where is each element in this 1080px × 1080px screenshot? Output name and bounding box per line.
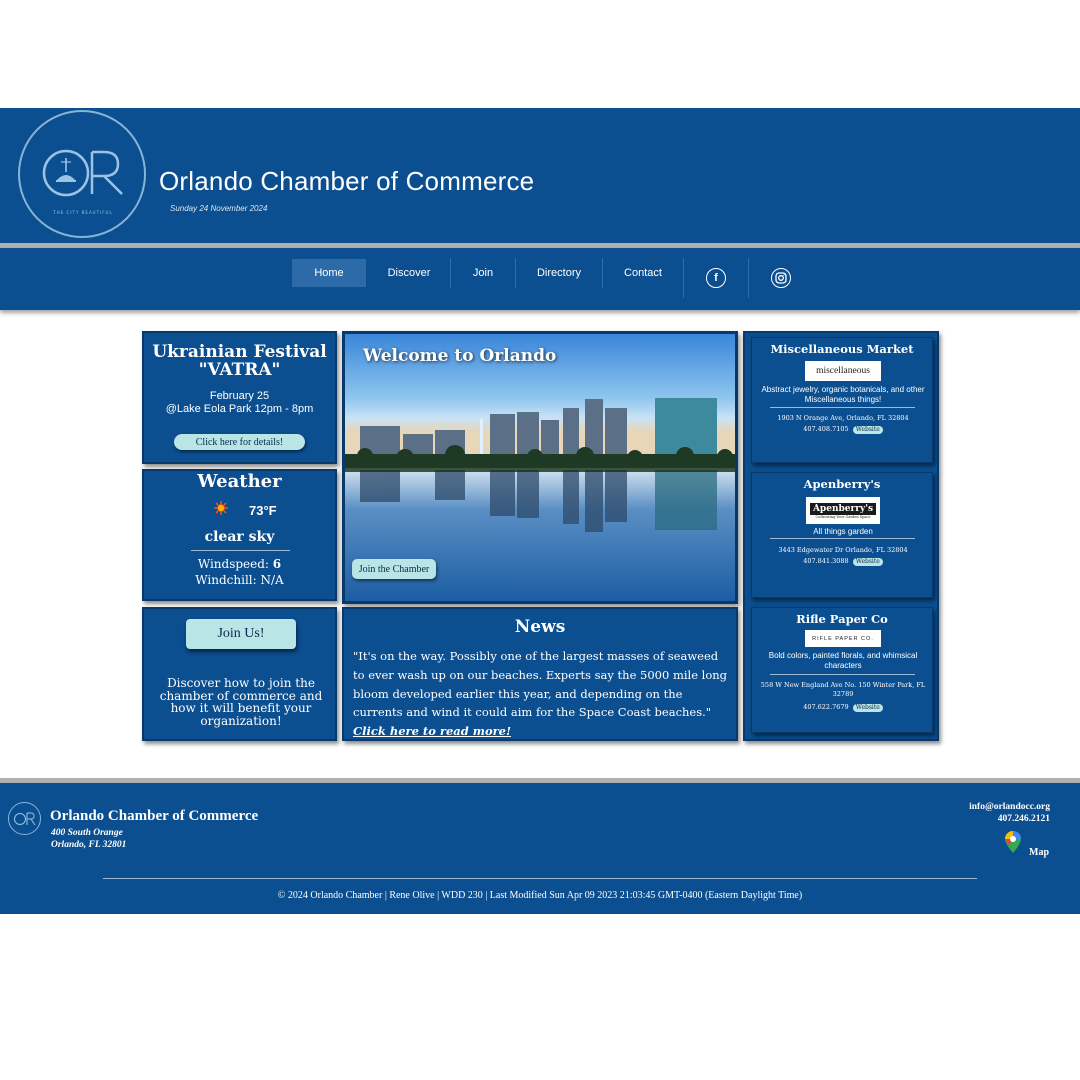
footer-logo-icon[interactable] (8, 802, 41, 835)
business-address: 1903 N Orange Ave, Orlando, FL 32804 (777, 414, 909, 422)
hero-banner: Welcome to Orlando Join the Chamber (342, 331, 738, 604)
business-divider (770, 538, 915, 539)
business-description: All things garden (813, 527, 873, 536)
site-logo[interactable]: THE CITY BEAUTIFUL (18, 110, 146, 238)
logo-mark: THE CITY BEAUTIFUL (40, 140, 126, 226)
event-location: @Lake Eola Park 12pm - 8pm (165, 403, 314, 415)
map-link[interactable]: Map (1029, 847, 1049, 858)
logo-tagline: THE CITY BEAUTIFUL (53, 210, 113, 215)
windspeed-value: 6 (272, 557, 282, 571)
weather-divider (191, 550, 290, 551)
site-header: THE CITY BEAUTIFUL Orlando Chamber of Co… (0, 108, 1080, 243)
site-footer: Orlando Chamber of Commerce 400 South Or… (0, 783, 1080, 914)
footer-address: 400 South Orange Orlando, FL 32801 (51, 827, 126, 851)
main-nav: Home Discover Join Directory Contact f (0, 248, 1080, 310)
news-body: "It's on the way. Possibly one of the la… (353, 647, 731, 741)
weather-windspeed: Windspeed: 6 (144, 557, 335, 571)
business-logo: miscellaneous (805, 361, 881, 381)
nav-contact[interactable]: Contact (608, 259, 678, 287)
footer-contact: info@orlandocc.org 407.246.2121 (969, 801, 1050, 825)
event-card: Ukrainian Festival "VATRA" February 25 @… (142, 331, 337, 464)
business-divider (770, 674, 915, 675)
business-phone: 407.841.3088 (803, 557, 849, 565)
footer-rule (103, 878, 977, 879)
business-phone: 407.622.7679 (803, 703, 849, 711)
business-card: Miscellaneous Market miscellaneous Abstr… (751, 337, 933, 463)
event-date-info: February 25 @Lake Eola Park 12pm - 8pm (144, 390, 335, 416)
map-pin-icon[interactable] (1005, 831, 1021, 853)
business-name: Rifle Paper Co (796, 612, 888, 626)
weather-title: Weather (197, 471, 282, 492)
join-us-button[interactable]: Join Us! (186, 619, 296, 649)
facebook-icon[interactable]: f (706, 268, 726, 288)
event-details-button[interactable]: Click here for details! (174, 434, 305, 450)
instagram-glyph (775, 272, 787, 284)
business-contact: 407.841.3088 Website (756, 557, 930, 566)
nav-discover[interactable]: Discover (374, 259, 444, 287)
nav-divider (515, 258, 516, 288)
business-name: Apenberry's (803, 477, 881, 491)
event-title: Ukrainian Festival "VATRA" (152, 342, 327, 380)
join-chamber-button[interactable]: Join the Chamber (352, 559, 436, 579)
nav-directory[interactable]: Directory (520, 259, 598, 287)
site-title: Orlando Chamber of Commerce (159, 166, 535, 196)
or-monogram-icon (13, 812, 35, 825)
nav-home[interactable]: Home (292, 259, 366, 287)
join-description: Discover how to join the chamber of comm… (159, 676, 323, 728)
weather-description: clear sky (204, 529, 275, 545)
nav-divider (683, 258, 684, 298)
weather-card: Weather 73°F clear sky Windspeed: 6 Wind… (142, 469, 337, 601)
hero-title: Welcome to Orlando (363, 346, 557, 366)
news-title: News (514, 617, 566, 637)
footer-copyright: © 2024 Orlando Chamber | Rene Olive | WD… (277, 890, 803, 901)
footer-phone: 407.246.2121 (997, 814, 1050, 824)
news-card: News "It's on the way. Possibly one of t… (342, 607, 738, 741)
footer-address-line1: 400 South Orange (51, 828, 123, 838)
current-date: Sunday 24 November 2024 (170, 204, 268, 213)
footer-address-line2: Orlando, FL 32801 (51, 840, 127, 850)
business-divider (770, 407, 915, 408)
business-card: Rifle Paper Co RIFLE PAPER CO. Bold colo… (751, 607, 933, 733)
business-contact: 407.622.7679 Website (756, 703, 930, 712)
sun-icon (214, 501, 228, 515)
business-address: 3443 Edgewater Dr Orlando, FL 32804 (778, 546, 908, 554)
nav-divider (748, 258, 749, 298)
event-date: February 25 (209, 390, 270, 402)
business-contact: 407.408.7105 Website (756, 425, 930, 434)
business-card: Apenberry's Apenberry's Cultivating Your… (751, 472, 933, 598)
business-website-button[interactable]: Website (852, 558, 883, 566)
footer-title: Orlando Chamber of Commerce (50, 808, 259, 824)
business-description: Bold colors, painted florals, and whimsi… (768, 651, 918, 670)
business-name: Miscellaneous Market (770, 342, 914, 356)
news-text: "It's on the way. Possibly one of the la… (353, 649, 728, 720)
business-logo-tagline: Cultivating Your Garden Space (815, 514, 871, 519)
or-monogram-icon (42, 149, 123, 197)
weather-windchill: Windchill: N/A (195, 573, 284, 587)
business-phone: 407.408.7105 (803, 425, 849, 433)
business-website-button[interactable]: Website (852, 704, 883, 712)
business-website-button[interactable]: Website (852, 426, 883, 434)
footer-email[interactable]: info@orlandocc.org (969, 801, 1050, 813)
nav-divider (450, 258, 451, 288)
weather-temperature: 73°F (249, 503, 277, 518)
business-logo-text: Apenberry's (809, 502, 877, 515)
instagram-icon[interactable] (771, 268, 791, 288)
windspeed-label: Windspeed: (197, 557, 269, 571)
business-address: 558 W New England Ave No. 150 Winter Par… (760, 681, 926, 698)
page: THE CITY BEAUTIFUL Orlando Chamber of Co… (0, 108, 1080, 914)
nav-divider (602, 258, 603, 288)
join-card: Join Us! Discover how to join the chambe… (142, 607, 337, 741)
business-logo: Apenberry's Cultivating Your Garden Spac… (805, 496, 881, 525)
nav-join[interactable]: Join (455, 259, 511, 287)
business-description: Abstract jewelry, organic botanicals, an… (761, 385, 925, 404)
news-read-more-link[interactable]: Click here to read more! (353, 724, 511, 738)
business-spotlight: Miscellaneous Market miscellaneous Abstr… (743, 331, 939, 741)
business-logo: RIFLE PAPER CO. (805, 630, 881, 647)
